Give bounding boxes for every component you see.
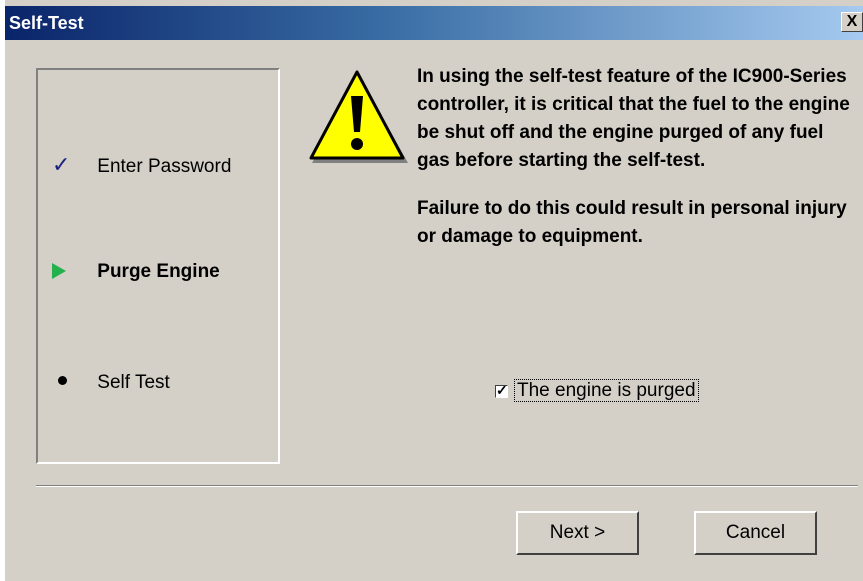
engine-purged-checkbox[interactable]: ✓ bbox=[495, 382, 508, 398]
checkmark-icon: ✓ bbox=[52, 152, 71, 177]
engine-purged-checkbox-row[interactable]: ✓ The engine is purged bbox=[495, 379, 699, 402]
close-button[interactable]: X bbox=[841, 12, 863, 32]
engine-purged-label[interactable]: The engine is purged bbox=[514, 379, 699, 402]
step-self-test: Self Test bbox=[52, 372, 170, 394]
warning-triangle-icon bbox=[309, 70, 408, 163]
cancel-button[interactable]: Cancel bbox=[694, 511, 817, 555]
warning-paragraph-2: Failure to do this could result in perso… bbox=[417, 198, 847, 247]
step-enter-password: ✓ Enter Password bbox=[52, 152, 231, 178]
step-label: Enter Password bbox=[97, 156, 232, 177]
close-icon: X bbox=[846, 13, 858, 30]
bullet-icon bbox=[52, 372, 92, 394]
divider bbox=[36, 485, 858, 487]
self-test-dialog: Self-Test X ✓ Enter Password Purge Engin… bbox=[5, 0, 863, 581]
title-bar[interactable]: Self-Test X bbox=[5, 6, 863, 40]
step-label: Self Test bbox=[97, 372, 170, 393]
next-button[interactable]: Next > bbox=[516, 511, 639, 555]
window-title: Self-Test bbox=[9, 13, 84, 33]
warning-message: In using the self-test feature of the IC… bbox=[417, 63, 857, 271]
green-arrow-icon bbox=[52, 261, 92, 283]
step-label: Purge Engine bbox=[97, 261, 220, 282]
warning-paragraph-1: In using the self-test feature of the IC… bbox=[417, 66, 850, 171]
checkbox-tick-icon: ✓ bbox=[496, 382, 508, 398]
step-purge-engine: Purge Engine bbox=[52, 261, 220, 283]
wizard-steps-panel: ✓ Enter Password Purge Engine Self Test bbox=[36, 68, 280, 464]
